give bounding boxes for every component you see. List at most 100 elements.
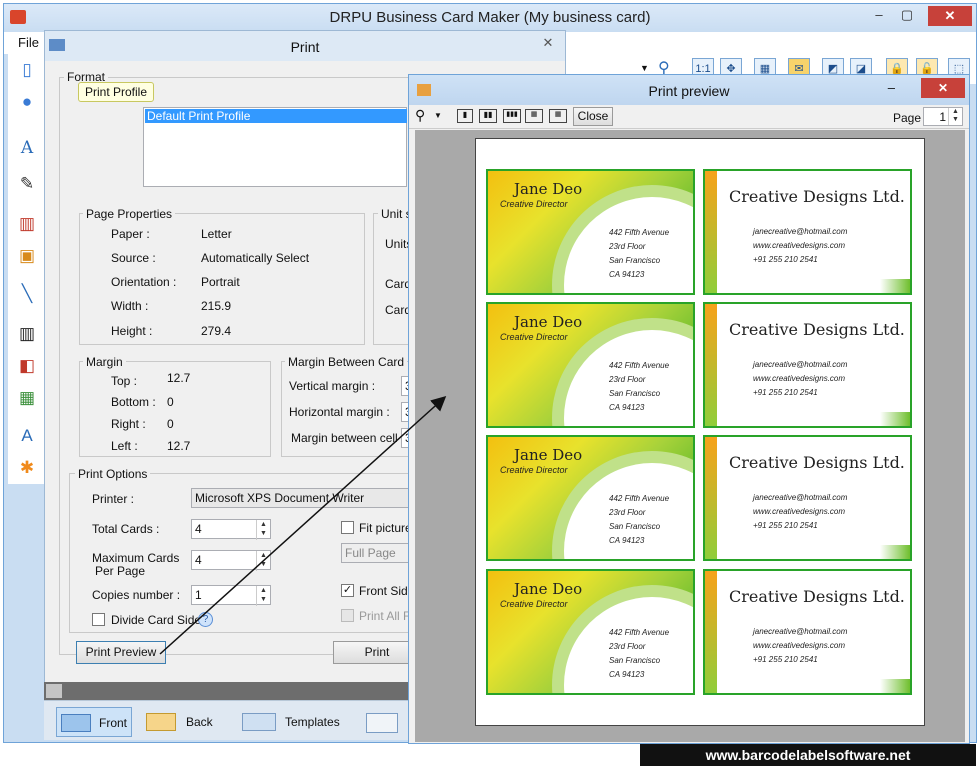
print-preview-button[interactable]: Print Preview bbox=[76, 641, 166, 664]
status-strip-handle bbox=[46, 684, 62, 698]
menu-file[interactable]: File bbox=[18, 35, 39, 50]
print-profile-list[interactable]: Default Print Profile bbox=[143, 107, 407, 187]
copies-input[interactable]: 1 ▲ ▼ bbox=[191, 585, 271, 606]
shape-icon[interactable]: ◧ bbox=[15, 354, 39, 378]
front-side-checkbox[interactable]: ✓ bbox=[341, 584, 354, 597]
print-profile-tooltip: Print Profile bbox=[78, 82, 155, 102]
line-icon[interactable]: ╲ bbox=[15, 282, 39, 306]
profile-item-selected[interactable]: Default Print Profile bbox=[145, 109, 407, 123]
preview-close-button[interactable]: Close bbox=[573, 107, 613, 126]
card-name: Jane Deo bbox=[514, 446, 583, 464]
print-all-checkbox[interactable] bbox=[341, 609, 354, 622]
barcode-icon[interactable]: ▥ bbox=[15, 322, 39, 346]
six-pages-icon[interactable]: ▦ bbox=[549, 109, 567, 123]
printer-select[interactable]: Microsoft XPS Document Writer bbox=[191, 488, 413, 508]
full-page-select[interactable]: Full Page bbox=[341, 543, 413, 563]
zoom-icon[interactable]: ⚲ bbox=[415, 107, 425, 124]
margin-left-value: 12.7 bbox=[167, 439, 191, 453]
address-line: 442 Fifth Avenue bbox=[609, 228, 670, 237]
address-line: 23rd Floor bbox=[609, 642, 646, 651]
company-name: Creative Designs Ltd. bbox=[729, 187, 905, 206]
one-page-icon[interactable]: ▮ bbox=[457, 109, 473, 123]
page-number-value: 1 bbox=[939, 110, 946, 124]
width-value: 215.9 bbox=[201, 299, 232, 313]
address-line: 442 Fifth Avenue bbox=[609, 494, 670, 503]
picture-icon[interactable]: ▦ bbox=[15, 386, 39, 410]
back-card-icon bbox=[146, 713, 176, 731]
text-document-icon[interactable]: A bbox=[15, 424, 39, 448]
contact-email: janecreative@hotmail.com bbox=[753, 227, 848, 236]
max-cards-value: 4 bbox=[195, 553, 202, 567]
help-icon[interactable]: ? bbox=[198, 612, 213, 627]
contact-website: www.creativedesigns.com bbox=[753, 374, 846, 383]
text-icon[interactable]: A bbox=[15, 136, 39, 160]
preview-minimize-button[interactable]: – bbox=[888, 80, 895, 95]
company-name: Creative Designs Ltd. bbox=[729, 320, 905, 339]
close-button[interactable]: ✕ bbox=[928, 6, 972, 26]
address-line: San Francisco bbox=[609, 656, 661, 665]
margin-top-label: Top : bbox=[111, 374, 138, 388]
copies-spinner[interactable]: ▲ ▼ bbox=[256, 586, 270, 606]
horizontal-margin-label: Horizontal margin : bbox=[289, 405, 390, 419]
contact-website: www.creativedesigns.com bbox=[753, 241, 846, 250]
address-line: San Francisco bbox=[609, 522, 661, 531]
card-address: 442 Fifth Avenue 23rd Floor San Francisc… bbox=[609, 492, 669, 548]
image-icon[interactable]: ▣ bbox=[15, 244, 39, 268]
margin-right-label: Right : bbox=[111, 417, 146, 431]
vertical-margin-label: Vertical margin : bbox=[289, 379, 376, 393]
tab-back[interactable]: Back bbox=[142, 707, 220, 737]
library-icon[interactable]: ▥ bbox=[15, 212, 39, 236]
page-number-input[interactable]: 1 ▲ ▼ bbox=[923, 107, 963, 126]
two-pages-icon[interactable]: ▮▮ bbox=[479, 109, 497, 123]
preview-close-x-button[interactable]: ✕ bbox=[921, 78, 965, 98]
height-label: Height : bbox=[111, 324, 153, 338]
minimize-button[interactable]: – bbox=[866, 7, 892, 25]
total-cards-spinner[interactable]: ▲ ▼ bbox=[256, 520, 270, 540]
margin-bottom-value: 0 bbox=[167, 395, 174, 409]
contact-info: janecreative@hotmail.com www.creativedes… bbox=[753, 491, 847, 533]
dropdown-arrow-icon[interactable]: ▼ bbox=[640, 63, 649, 73]
card-accent bbox=[705, 437, 717, 559]
page-properties-label: Page Properties bbox=[83, 207, 176, 221]
orientation-label: Orientation : bbox=[111, 275, 177, 289]
card-role: Creative Director bbox=[500, 199, 568, 209]
fit-picture-checkbox[interactable] bbox=[341, 521, 354, 534]
four-pages-icon[interactable]: ▦ bbox=[525, 109, 543, 123]
tab-front[interactable]: Front bbox=[56, 707, 132, 737]
address-line: 23rd Floor bbox=[609, 242, 646, 251]
max-cards-spinner[interactable]: ▲ ▼ bbox=[256, 551, 270, 571]
star-icon[interactable]: ✱ bbox=[15, 456, 39, 480]
company-name: Creative Designs Ltd. bbox=[729, 587, 905, 606]
card-back: Creative Designs Ltd. janecreative@hotma… bbox=[703, 435, 912, 561]
print-dialog-title: Print bbox=[290, 39, 320, 55]
tab-templates[interactable]: Templates bbox=[236, 707, 346, 737]
address-line: CA 94123 bbox=[609, 670, 645, 679]
pencil-icon[interactable]: ✎ bbox=[15, 172, 39, 196]
page-spinner[interactable]: ▲ ▼ bbox=[948, 108, 962, 125]
user-data-icon bbox=[366, 713, 398, 733]
divide-card-side-checkbox[interactable] bbox=[92, 613, 105, 626]
max-cards-input[interactable]: 4 ▲ ▼ bbox=[191, 550, 271, 571]
margin-between-label: Margin Between Card bbox=[285, 355, 408, 369]
preview-title: Print preview bbox=[648, 83, 730, 99]
card-accent bbox=[880, 279, 910, 293]
total-cards-input[interactable]: 4 ▲ ▼ bbox=[191, 519, 271, 540]
new-page-icon[interactable]: ▯ bbox=[15, 58, 39, 82]
contact-phone: +91 255 210 2541 bbox=[753, 655, 818, 664]
maximize-button[interactable]: ▢ bbox=[894, 7, 920, 25]
three-pages-icon[interactable]: ▮▮▮ bbox=[503, 109, 521, 123]
print-dialog-close-button[interactable]: ✕ bbox=[537, 35, 559, 53]
card-name: Jane Deo bbox=[514, 580, 583, 598]
contact-info: janecreative@hotmail.com www.creativedes… bbox=[753, 225, 847, 267]
print-all-label: Print All Fr bbox=[359, 609, 415, 623]
margin-label: Margin bbox=[83, 355, 126, 369]
card-front: Jane Deo Creative Director 442 Fifth Ave… bbox=[486, 169, 695, 295]
address-line: 23rd Floor bbox=[609, 375, 646, 384]
address-line: 23rd Floor bbox=[609, 508, 646, 517]
tab-user-data[interactable] bbox=[362, 707, 402, 737]
zoom-dropdown-icon[interactable]: ▼ bbox=[434, 111, 442, 120]
ellipse-icon[interactable]: ● bbox=[15, 90, 39, 114]
left-toolbar: ▯ ● A ✎ ▥ ▣ ╲ ▥ ◧ ▦ A ✱ bbox=[8, 54, 46, 484]
address-line: San Francisco bbox=[609, 256, 661, 265]
preview-titlebar: Print preview – ✕ bbox=[409, 75, 969, 105]
